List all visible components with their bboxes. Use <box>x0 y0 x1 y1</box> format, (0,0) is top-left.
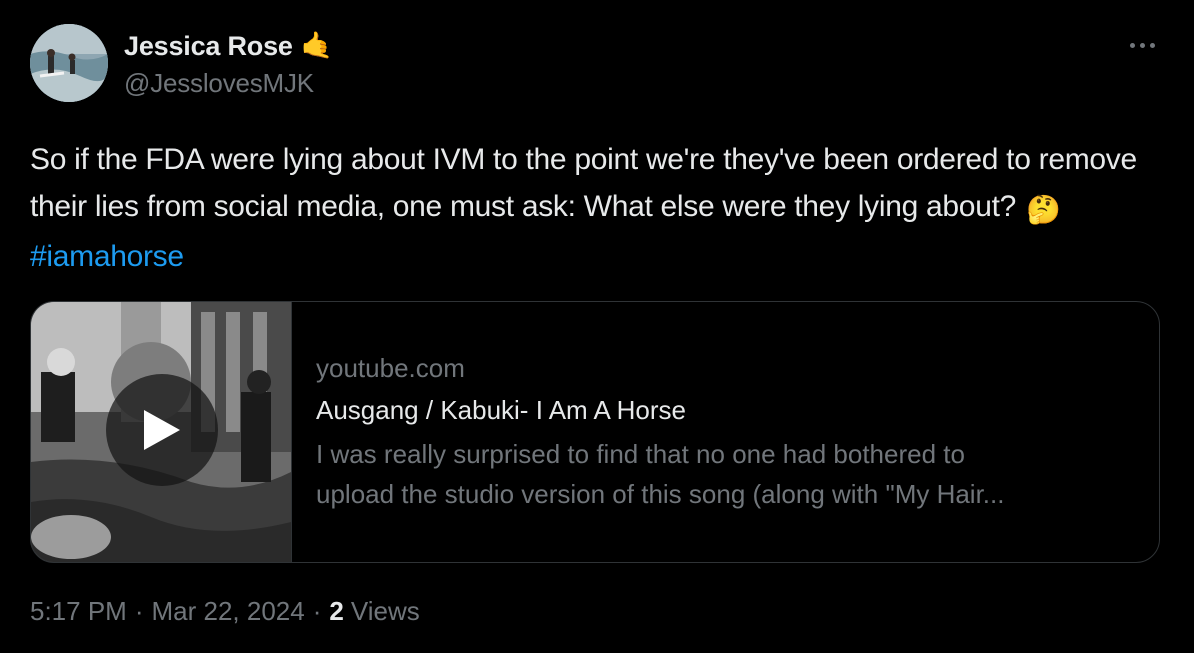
separator: · <box>134 596 144 626</box>
more-dot <box>1139 42 1145 48</box>
tweet-body-text: So if the FDA were lying about IVM to th… <box>30 143 1137 223</box>
tweet-text: So if the FDA were lying about IVM to th… <box>30 136 1160 280</box>
link-preview-card[interactable]: youtube.com Ausgang / Kabuki- I Am A Hor… <box>30 301 1160 563</box>
author-block: Jessica Rose 🤙 @JesslovesMJK <box>124 28 333 99</box>
separator: · <box>312 596 322 626</box>
call-me-hand-emoji-icon: 🤙 <box>300 31 334 61</box>
thinking-face-emoji-icon: 🤔 <box>1026 193 1061 226</box>
hashtag-link[interactable]: #iamahorse <box>30 240 184 273</box>
display-name-row: Jessica Rose 🤙 <box>124 28 333 64</box>
avatar-surfing-image <box>30 24 108 102</box>
link-card-description-line: upload the studio version of this song (… <box>316 479 1005 509</box>
link-card-description: I was really surprised to find that no o… <box>316 434 1136 514</box>
play-button[interactable] <box>106 374 218 486</box>
post-date[interactable]: Mar 22, 2024 <box>152 596 305 627</box>
link-card-body: youtube.com Ausgang / Kabuki- I Am A Hor… <box>292 302 1159 562</box>
more-dot <box>1149 42 1155 48</box>
video-thumbnail[interactable] <box>31 302 292 562</box>
more-options-button[interactable] <box>1124 30 1160 60</box>
link-card-description-line: I was really surprised to find that no o… <box>316 439 965 469</box>
link-card-title: Ausgang / Kabuki- I Am A Horse <box>316 395 686 425</box>
display-name[interactable]: Jessica Rose <box>124 31 293 62</box>
link-card-domain: youtube.com <box>316 353 465 383</box>
views-label: Views <box>350 596 420 626</box>
more-horizontal-icon <box>1129 42 1135 48</box>
tweet: Jessica Rose 🤙 @JesslovesMJK So if the F… <box>0 0 1194 653</box>
user-handle[interactable]: @JesslovesMJK <box>124 68 333 99</box>
avatar[interactable] <box>30 24 108 102</box>
post-time[interactable]: 5:17 PM <box>30 596 127 627</box>
play-icon <box>144 410 180 450</box>
tweet-metadata: 5:17 PM · Mar 22, 2024 · 2 Views <box>30 596 420 627</box>
views-count: 2 <box>329 596 344 626</box>
